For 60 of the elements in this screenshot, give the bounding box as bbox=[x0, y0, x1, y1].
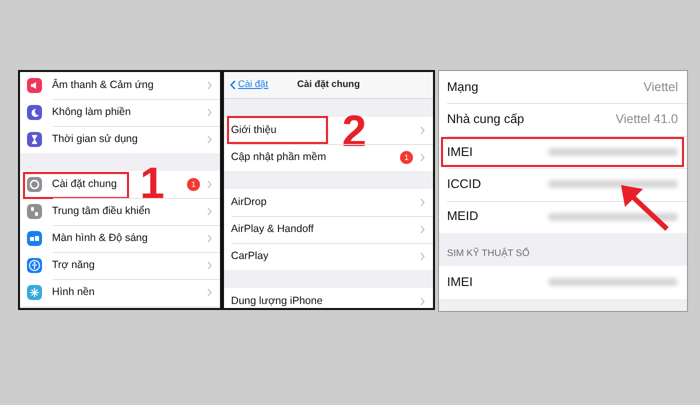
chevron-icon bbox=[420, 153, 425, 162]
settings-row[interactable]: Màn hình & Độ sáng bbox=[20, 225, 220, 252]
settings-row[interactable]: ICCID bbox=[439, 168, 687, 201]
chevron-icon bbox=[207, 207, 212, 216]
row-label: Mạng bbox=[447, 78, 478, 96]
row-label: Màn hình & Độ sáng bbox=[52, 230, 148, 246]
chevron-icon bbox=[420, 198, 425, 207]
row-label: MEID bbox=[447, 208, 478, 226]
chevron-icon bbox=[207, 108, 212, 117]
row-label: Cập nhật phần mềm bbox=[231, 150, 326, 165]
notification-badge: 1 bbox=[400, 151, 413, 164]
row-label: AirPlay & Handoff bbox=[231, 222, 314, 237]
chevron-icon bbox=[207, 234, 212, 243]
row-label: Trợ năng bbox=[52, 258, 95, 273]
row-label: IMEI bbox=[447, 274, 473, 292]
row-label: Nhà cung cấp bbox=[447, 111, 524, 128]
settings-row[interactable]: Dung lượng iPhone bbox=[224, 288, 433, 308]
settings-row[interactable]: Nhà cung cấp Viettel 41.0 bbox=[439, 103, 687, 136]
row-label: CarPlay bbox=[231, 248, 268, 264]
settings-row[interactable]: Hình nền bbox=[20, 279, 220, 306]
settings-row[interactable]: IMEI bbox=[439, 136, 687, 168]
settings-row[interactable]: Cập nhật phần mềm 1 bbox=[224, 144, 433, 171]
row-label: Thời gian sử dụng bbox=[52, 132, 138, 147]
row-label: Không làm phiền bbox=[52, 104, 131, 120]
settings-row[interactable]: CarPlay bbox=[224, 243, 433, 270]
chevron-icon bbox=[420, 126, 425, 135]
row-label: Dung lượng iPhone bbox=[231, 294, 323, 308]
chevron-icon bbox=[207, 288, 212, 297]
notification-badge: 1 bbox=[187, 178, 200, 191]
nav-title: Cài đặt chung bbox=[297, 78, 360, 92]
chevron-icon bbox=[207, 81, 212, 90]
settings-row[interactable]: MEID bbox=[439, 200, 687, 233]
row-label: IMEI bbox=[447, 144, 473, 161]
settings-row[interactable]: AirPlay & Handoff bbox=[224, 216, 433, 243]
chevron-icon bbox=[420, 252, 425, 261]
back-link[interactable]: Cài đặt bbox=[224, 78, 268, 92]
chevron-icon bbox=[420, 297, 425, 306]
row-label: ICCID bbox=[447, 176, 482, 193]
settings-row[interactable]: Trợ năng bbox=[20, 252, 220, 279]
section-header: SIM KỸ THUẬT SỐ bbox=[446, 246, 531, 261]
chevron-icon bbox=[207, 135, 212, 144]
row-value: Viettel 41.0 bbox=[616, 111, 678, 128]
settings-row[interactable]: Mạng Viettel bbox=[439, 71, 687, 104]
row-value: Viettel bbox=[643, 78, 678, 96]
settings-row[interactable]: IMEI bbox=[439, 266, 687, 299]
row-label: AirDrop bbox=[231, 194, 267, 210]
row-label: Hình nền bbox=[52, 284, 95, 300]
settings-row[interactable]: AirDrop bbox=[224, 189, 433, 216]
settings-row[interactable]: Không làm phiền bbox=[20, 99, 220, 126]
chevron-icon bbox=[207, 180, 212, 189]
arrow-drawing bbox=[621, 185, 669, 231]
row-label: Âm thanh & Cảm ứng bbox=[52, 78, 154, 93]
row-label: Trung tâm điều khiển bbox=[52, 204, 150, 219]
back-chevron-icon bbox=[230, 80, 236, 90]
chevron-icon bbox=[420, 225, 425, 234]
row-label: Cài đặt chung bbox=[52, 176, 117, 192]
row-label: Giới thiệu bbox=[231, 122, 276, 138]
settings-row[interactable]: Âm thanh & Cảm ứng bbox=[20, 72, 220, 99]
chevron-icon bbox=[207, 261, 212, 270]
settings-row[interactable]: Thời gian sử dụng bbox=[20, 126, 220, 153]
